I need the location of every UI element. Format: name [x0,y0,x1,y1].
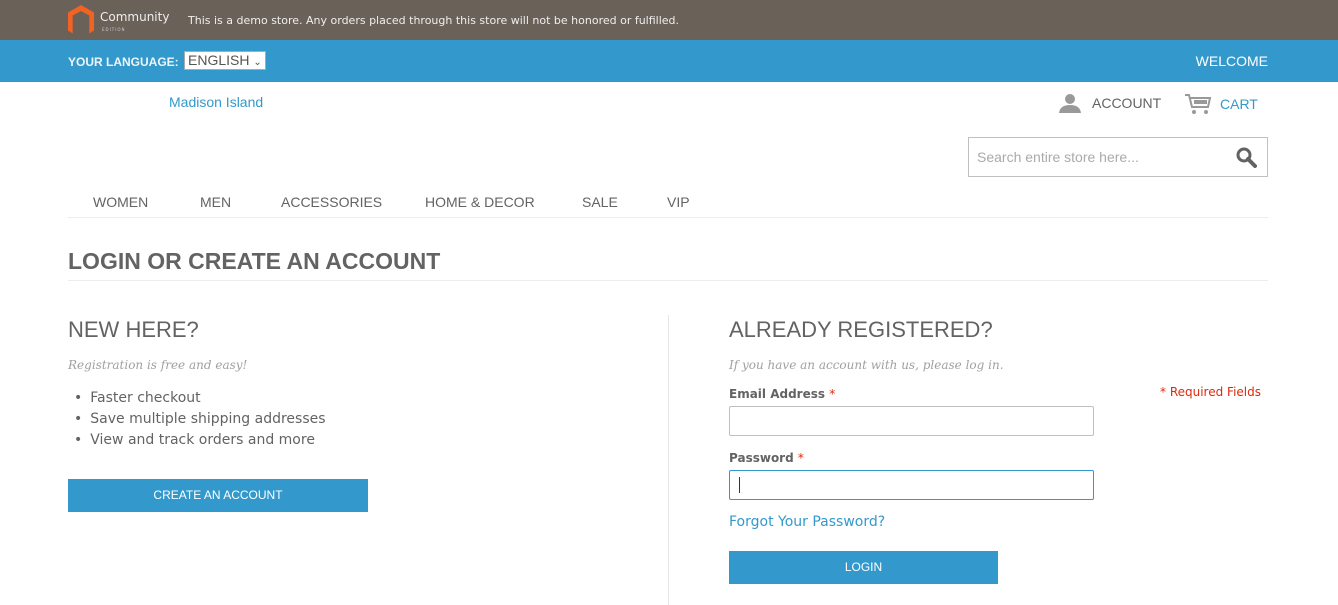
search-input[interactable]: Search entire store here... [968,137,1268,177]
nav-sale[interactable]: SALE [582,194,618,210]
cart-link[interactable]: CART [1184,93,1258,115]
chevron-down-icon: ⌄ [253,57,262,68]
list-item: Save multiple shipping addresses [74,409,325,430]
store-logo-link[interactable]: Madison Island [169,94,263,110]
password-field[interactable] [729,470,1094,500]
account-label: ACCOUNT [1092,95,1162,111]
welcome-text: WELCOME [1195,53,1268,69]
column-divider [668,315,669,605]
list-item: View and track orders and more [74,430,326,451]
list-item: Faster checkout [74,388,326,409]
language-bar: YOUR LANGUAGE: ENGLISH ⌄ WELCOME [0,40,1338,82]
nav-home-decor[interactable]: HOME & DECOR [425,194,535,210]
search-placeholder: Search entire store here... [977,149,1139,165]
login-intro: If you have an account with us, please l… [729,358,1004,372]
language-selected: ENGLISH [188,52,250,68]
nav-accessories[interactable]: ACCESSORIES [281,194,382,210]
new-customer-intro: Registration is free and easy! [68,358,248,372]
demo-message: This is a demo store. Any orders placed … [188,14,680,27]
forgot-password-link[interactable]: Forgot Your Password? [729,514,885,530]
logo-text: Community [100,10,170,24]
language-label: YOUR LANGUAGE: [68,55,179,69]
password-label: Password * [729,451,804,465]
account-link[interactable]: ACCOUNT [1058,93,1161,113]
magento-logo[interactable]: Community EDITION [68,5,170,35]
nav-women[interactable]: WOMEN [93,194,148,210]
text-caret [739,477,740,493]
nav-vip[interactable]: VIP [667,194,690,210]
user-icon [1059,94,1081,113]
login-heading: ALREADY REGISTERED? [729,317,993,342]
login-button[interactable]: LOGIN [729,551,998,584]
cart-icon [1185,94,1212,114]
cart-label: CART [1220,96,1258,112]
demo-notice-bar: Community EDITION This is a demo store. … [0,0,1338,40]
main-nav: WOMEN MEN ACCESSORIES HOME & DECOR SALE … [68,190,1268,218]
language-select[interactable]: ENGLISH ⌄ [184,51,266,70]
logo-subtext: EDITION [102,27,126,32]
new-customer-heading: NEW HERE? [68,317,199,342]
page-title: LOGIN OR CREATE AN ACCOUNT [68,248,1268,281]
email-label: Email Address * [729,387,836,401]
magento-logo-icon [68,5,94,34]
search-icon[interactable] [1235,146,1257,168]
nav-men[interactable]: MEN [200,194,231,210]
benefits-list: Faster checkout Save multiple shipping a… [74,388,326,451]
required-fields-note: * Required Fields [1160,385,1261,399]
create-account-button[interactable]: CREATE AN ACCOUNT [68,479,368,512]
email-field[interactable] [729,406,1094,436]
